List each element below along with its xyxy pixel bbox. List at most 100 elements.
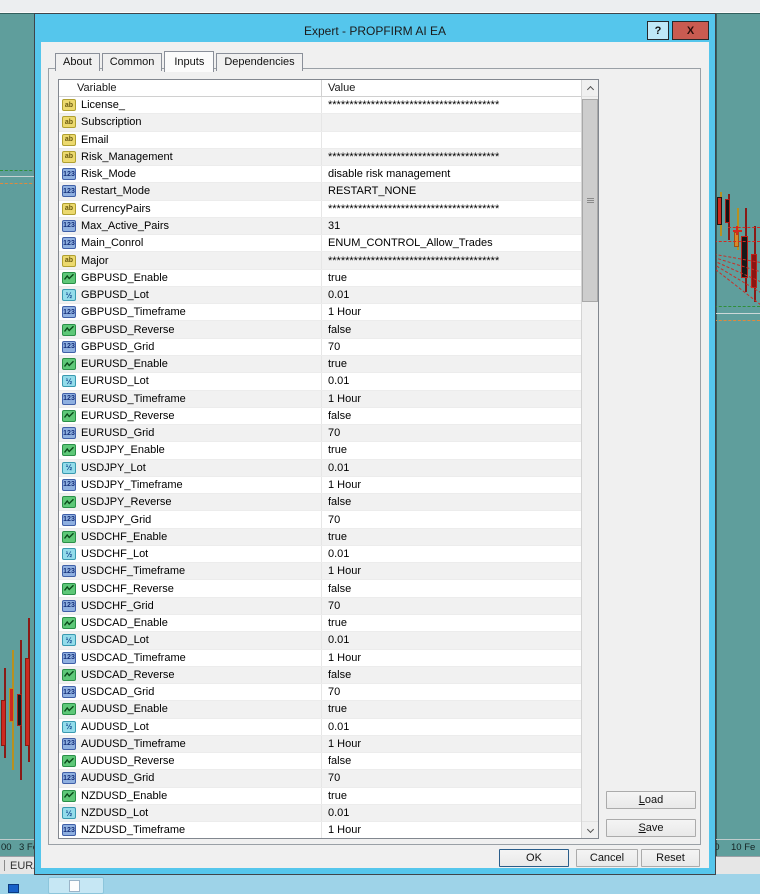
table-row[interactable]: USDCAD_Enabletrue <box>59 615 581 632</box>
table-row[interactable]: GBPUSD_Reversefalse <box>59 321 581 338</box>
value-cell[interactable]: disable risk management <box>322 166 581 182</box>
table-row[interactable]: 123Main_ConrolENUM_CONTROL_Allow_Trades <box>59 235 581 252</box>
value-cell[interactable]: 1 Hour <box>322 391 581 407</box>
table-row[interactable]: 123USDCHF_Grid70 <box>59 598 581 615</box>
scroll-up-button[interactable] <box>582 80 598 97</box>
tab-common[interactable]: Common <box>102 53 163 71</box>
value-cell[interactable]: 0.01 <box>322 373 581 389</box>
value-cell[interactable]: false <box>322 580 581 596</box>
table-row[interactable]: GBPUSD_Enabletrue <box>59 270 581 287</box>
value-cell[interactable]: **************************************** <box>322 201 581 217</box>
dialog-titlebar[interactable]: Expert - PROPFIRM AI EA ? X <box>41 20 709 42</box>
table-row[interactable]: 123Max_Active_Pairs31 <box>59 218 581 235</box>
table-row[interactable]: 123USDJPY_Timeframe1 Hour <box>59 477 581 494</box>
load-button[interactable]: Load <box>606 791 696 809</box>
value-cell[interactable]: true <box>322 529 581 545</box>
value-cell[interactable]: 1 Hour <box>322 304 581 320</box>
table-row[interactable]: abSubscription <box>59 114 581 131</box>
table-row[interactable]: 123Risk_Modedisable risk management <box>59 166 581 183</box>
value-cell[interactable]: 70 <box>322 684 581 700</box>
value-cell[interactable]: false <box>322 667 581 683</box>
scrollbar-thumb[interactable] <box>582 99 598 302</box>
table-row[interactable]: abCurrencyPairs*************************… <box>59 201 581 218</box>
cancel-button[interactable]: Cancel <box>576 849 638 867</box>
value-cell[interactable]: 1 Hour <box>322 477 581 493</box>
table-row[interactable]: ½USDJPY_Lot0.01 <box>59 460 581 477</box>
value-cell[interactable]: 1 Hour <box>322 650 581 666</box>
value-cell[interactable]: 70 <box>322 511 581 527</box>
table-row[interactable]: abLicense_******************************… <box>59 97 581 114</box>
value-cell[interactable]: **************************************** <box>322 252 581 268</box>
value-cell[interactable] <box>322 132 581 148</box>
value-cell[interactable]: **************************************** <box>322 97 581 113</box>
value-cell[interactable]: 70 <box>322 339 581 355</box>
table-row[interactable]: ½NZDUSD_Lot0.01 <box>59 805 581 822</box>
value-cell[interactable]: 0.01 <box>322 632 581 648</box>
tab-inputs[interactable]: Inputs <box>164 51 214 72</box>
reset-button[interactable]: Reset <box>641 849 700 867</box>
table-row[interactable]: 123NZDUSD_Timeframe1 Hour <box>59 822 581 839</box>
value-cell[interactable]: 0.01 <box>322 460 581 476</box>
value-cell[interactable]: false <box>322 408 581 424</box>
table-row[interactable]: AUDUSD_Reversefalse <box>59 753 581 770</box>
table-row[interactable]: abMajor*********************************… <box>59 252 581 269</box>
help-button[interactable]: ? <box>647 21 669 40</box>
table-row[interactable]: 123USDCHF_Timeframe1 Hour <box>59 563 581 580</box>
value-cell[interactable]: 1 Hour <box>322 822 581 838</box>
value-cell[interactable]: 70 <box>322 770 581 786</box>
table-row[interactable]: ½USDCAD_Lot0.01 <box>59 632 581 649</box>
table-row[interactable]: ½USDCHF_Lot0.01 <box>59 546 581 563</box>
table-row[interactable]: USDCHF_Enabletrue <box>59 529 581 546</box>
scroll-down-button[interactable] <box>582 821 598 838</box>
value-cell[interactable]: **************************************** <box>322 149 581 165</box>
value-cell[interactable]: 70 <box>322 425 581 441</box>
value-cell[interactable]: 0.01 <box>322 546 581 562</box>
value-cell[interactable]: RESTART_NONE <box>322 183 581 199</box>
table-row[interactable]: 123GBPUSD_Timeframe1 Hour <box>59 304 581 321</box>
value-cell[interactable] <box>322 114 581 130</box>
table-row[interactable]: USDCAD_Reversefalse <box>59 667 581 684</box>
taskbar-app-icon[interactable] <box>8 884 19 893</box>
table-row[interactable]: 123USDJPY_Grid70 <box>59 511 581 528</box>
table-row[interactable]: USDCHF_Reversefalse <box>59 580 581 597</box>
value-cell[interactable]: 70 <box>322 598 581 614</box>
table-row[interactable]: 123EURUSD_Timeframe1 Hour <box>59 391 581 408</box>
value-cell[interactable]: 0.01 <box>322 719 581 735</box>
table-row[interactable]: EURUSD_Reversefalse <box>59 408 581 425</box>
table-row[interactable]: USDJPY_Reversefalse <box>59 494 581 511</box>
value-cell[interactable]: 1 Hour <box>322 563 581 579</box>
value-cell[interactable]: 31 <box>322 218 581 234</box>
value-cell[interactable]: true <box>322 356 581 372</box>
value-cell[interactable]: 1 Hour <box>322 736 581 752</box>
value-cell[interactable]: false <box>322 494 581 510</box>
value-cell[interactable]: 0.01 <box>322 287 581 303</box>
taskbar-document-button[interactable] <box>48 877 104 894</box>
table-row[interactable]: abRisk_Management***********************… <box>59 149 581 166</box>
value-cell[interactable]: true <box>322 442 581 458</box>
table-row[interactable]: abEmail <box>59 132 581 149</box>
value-cell[interactable]: true <box>322 270 581 286</box>
value-cell[interactable]: true <box>322 788 581 804</box>
save-button[interactable]: Save <box>606 819 696 837</box>
value-cell[interactable]: false <box>322 753 581 769</box>
value-cell[interactable]: 0.01 <box>322 805 581 821</box>
table-row[interactable]: 123EURUSD_Grid70 <box>59 425 581 442</box>
table-row[interactable]: 123USDCAD_Grid70 <box>59 684 581 701</box>
value-cell[interactable]: true <box>322 615 581 631</box>
tab-about[interactable]: About <box>55 53 100 71</box>
table-row[interactable]: 123AUDUSD_Grid70 <box>59 770 581 787</box>
value-cell[interactable]: false <box>322 321 581 337</box>
value-cell[interactable]: true <box>322 701 581 717</box>
table-row[interactable]: 123Restart_ModeRESTART_NONE <box>59 183 581 200</box>
table-row[interactable]: EURUSD_Enabletrue <box>59 356 581 373</box>
table-row[interactable]: 123GBPUSD_Grid70 <box>59 339 581 356</box>
table-row[interactable]: ½GBPUSD_Lot0.01 <box>59 287 581 304</box>
tab-dependencies[interactable]: Dependencies <box>216 53 302 71</box>
table-row[interactable]: AUDUSD_Enabletrue <box>59 701 581 718</box>
table-row[interactable]: ½AUDUSD_Lot0.01 <box>59 719 581 736</box>
table-row[interactable]: USDJPY_Enabletrue <box>59 442 581 459</box>
ok-button[interactable]: OK <box>499 849 569 867</box>
table-row[interactable]: 123USDCAD_Timeframe1 Hour <box>59 650 581 667</box>
close-button[interactable]: X <box>672 21 709 40</box>
table-row[interactable]: ½EURUSD_Lot0.01 <box>59 373 581 390</box>
